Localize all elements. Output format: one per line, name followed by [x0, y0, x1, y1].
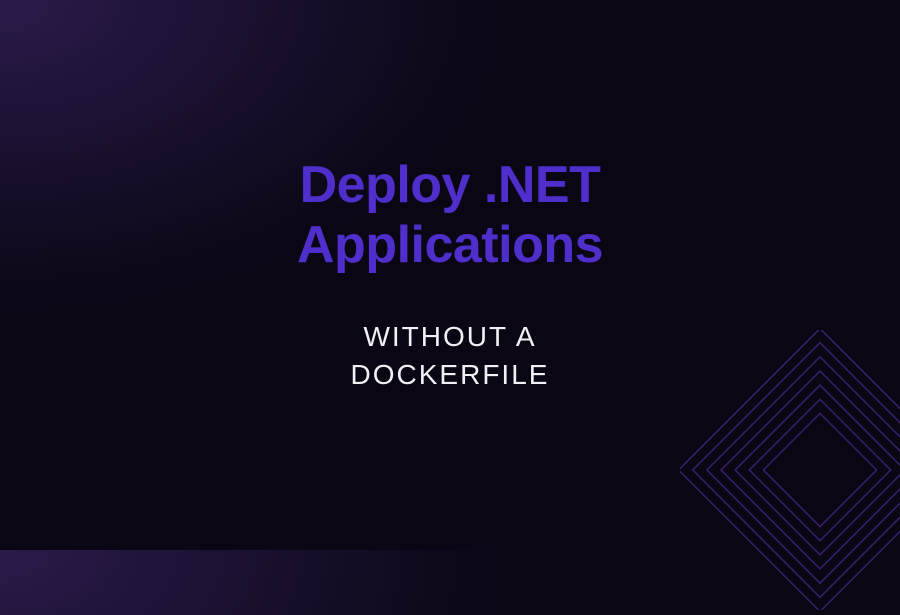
geometric-decoration-icon: [680, 330, 900, 610]
subtitle: WITHOUT A DOCKERFILE: [297, 318, 603, 394]
main-title: Deploy .NET Applications: [297, 156, 603, 276]
hero-content: Deploy .NET Applications WITHOUT A DOCKE…: [297, 156, 603, 393]
title-line-2: Applications: [297, 216, 603, 274]
subtitle-line-2: DOCKERFILE: [351, 359, 550, 390]
title-line-1: Deploy .NET: [300, 156, 601, 214]
subtitle-line-1: WITHOUT A: [363, 321, 536, 352]
